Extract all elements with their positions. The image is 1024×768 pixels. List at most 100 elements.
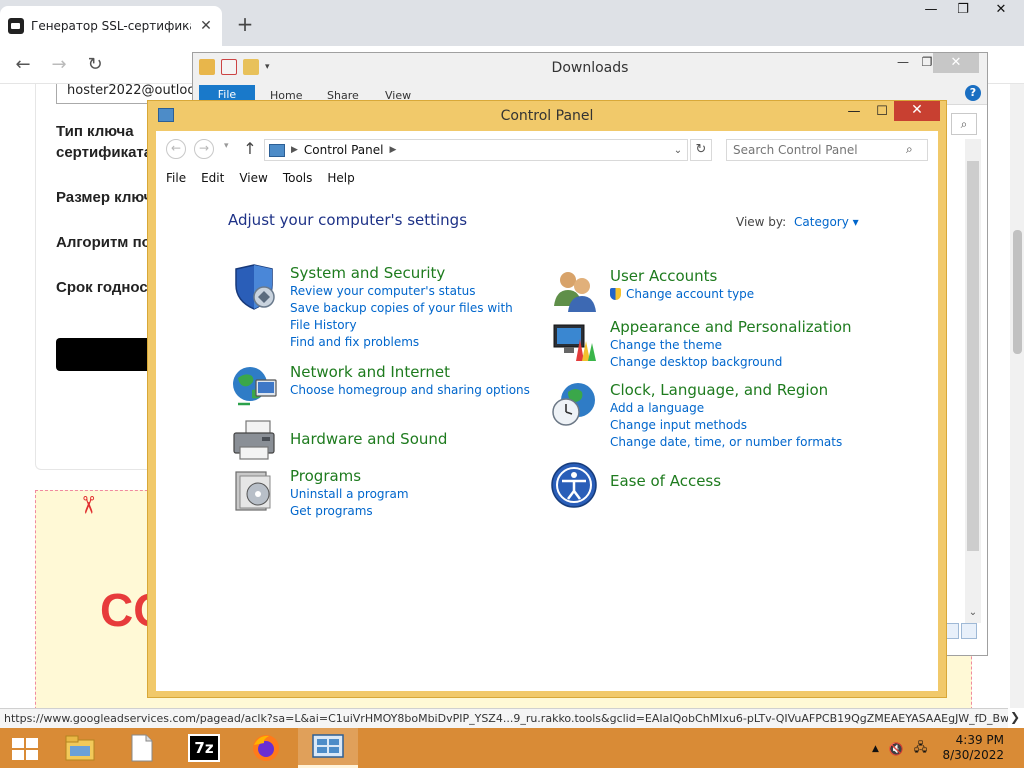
address-row: ← → ▾ ↑ ▶ Control Panel ▶ ⌄ ↻ ⌕ xyxy=(156,131,938,169)
menu-edit[interactable]: Edit xyxy=(201,171,224,185)
category-title-hardware-sound[interactable]: Hardware and Sound xyxy=(290,429,530,449)
breadcrumb-expand-icon[interactable]: ▶ xyxy=(390,145,397,155)
downloads-titlebar[interactable]: ▾ Downloads — ❐ ✕ xyxy=(193,53,987,83)
category-text: System and Security Review your computer… xyxy=(290,263,530,351)
large-icons-view-icon[interactable] xyxy=(961,623,977,639)
ease-of-access-icon[interactable] xyxy=(550,461,598,509)
cp-maximize-button[interactable]: ☐ xyxy=(868,103,896,123)
scroll-down-icon[interactable]: ⌄ xyxy=(965,607,981,623)
clock[interactable]: 4:39 PM 8/30/2022 xyxy=(942,733,1004,763)
volume-muted-icon[interactable]: 🔇 xyxy=(889,742,904,756)
refresh-button[interactable]: ↻ xyxy=(690,139,712,161)
windows-logo-icon xyxy=(12,738,38,760)
category-text: Programs Uninstall a program Get program… xyxy=(290,466,530,520)
link-input-methods[interactable]: Change input methods xyxy=(610,417,850,434)
shield-icon[interactable] xyxy=(230,263,278,311)
menu-tools[interactable]: Tools xyxy=(283,171,313,185)
category-text: Clock, Language, and Region Add a langua… xyxy=(610,380,850,451)
page-scrollbar[interactable] xyxy=(1010,84,1024,708)
sevenzip-icon: 7z xyxy=(188,734,220,762)
clock-globe-icon[interactable] xyxy=(550,380,598,428)
users-icon[interactable] xyxy=(550,266,598,314)
link-add-language[interactable]: Add a language xyxy=(610,400,850,417)
start-button[interactable] xyxy=(0,728,50,768)
programs-icon[interactable] xyxy=(230,466,278,514)
category-title-user-accounts[interactable]: User Accounts xyxy=(610,266,850,286)
view-by-dropdown[interactable]: Category ▾ xyxy=(794,215,859,229)
menu-bar: File Edit View Tools Help xyxy=(166,171,370,185)
globe-network-icon[interactable] xyxy=(230,362,278,410)
clock-date: 8/30/2022 xyxy=(942,748,1004,762)
cp-forward-button[interactable]: → xyxy=(194,139,214,159)
browser-restore-button[interactable]: ❐ xyxy=(946,0,980,22)
browser-close-button[interactable]: ✕ xyxy=(984,0,1018,22)
taskbar-notepad[interactable] xyxy=(112,728,172,768)
recent-locations-icon[interactable]: ▾ xyxy=(224,141,229,151)
control-panel-title: Control Panel xyxy=(500,108,594,124)
forward-button[interactable]: → xyxy=(46,52,72,78)
link-get-programs[interactable]: Get programs xyxy=(290,503,530,520)
downloads-scrollbar-thumb[interactable] xyxy=(967,161,979,551)
link-date-time-formats[interactable]: Change date, time, or number formats xyxy=(610,434,850,451)
file-explorer-icon xyxy=(65,735,95,761)
downloads-scrollbar[interactable]: ⌄ xyxy=(965,139,981,623)
link-desktop-background[interactable]: Change desktop background xyxy=(610,354,850,371)
taskbar-7zip[interactable]: 7z xyxy=(174,728,234,768)
category-title-network-internet[interactable]: Network and Internet xyxy=(290,362,530,382)
control-panel-content: ← → ▾ ↑ ▶ Control Panel ▶ ⌄ ↻ ⌕ File Edi… xyxy=(156,131,938,691)
address-dropdown-icon[interactable]: ⌄ xyxy=(669,145,687,156)
cp-close-button[interactable]: ✕ xyxy=(894,101,940,121)
category-text: Hardware and Sound xyxy=(290,429,530,449)
browser-tab[interactable]: Генератор SSL-сертификатов | ✕ xyxy=(0,6,222,46)
taskbar-firefox[interactable] xyxy=(236,728,296,768)
link-file-history[interactable]: Save backup copies of your files with Fi… xyxy=(290,300,530,334)
link-find-fix[interactable]: Find and fix problems xyxy=(290,334,530,351)
link-change-theme[interactable]: Change the theme xyxy=(610,337,850,354)
category-title-programs[interactable]: Programs xyxy=(290,466,530,486)
printer-icon[interactable] xyxy=(230,417,278,465)
menu-file[interactable]: File xyxy=(166,171,186,185)
downloads-close-button[interactable]: ✕ xyxy=(933,53,979,73)
browser-tab-title: Генератор SSL-сертификатов | xyxy=(31,19,191,33)
tray-overflow-icon[interactable]: ▲ xyxy=(872,744,879,754)
downloads-search-icon[interactable]: ⌕ xyxy=(951,113,977,135)
category-title-system-security[interactable]: System and Security xyxy=(290,263,530,283)
control-panel-window: Control Panel — ☐ ✕ ← → ▾ ↑ ▶ Control Pa… xyxy=(147,100,947,698)
new-tab-button[interactable]: + xyxy=(234,12,256,36)
link-homegroup[interactable]: Choose homegroup and sharing options xyxy=(290,382,530,399)
category-title-clock-language[interactable]: Clock, Language, and Region xyxy=(610,380,850,400)
tab-close-icon[interactable]: ✕ xyxy=(198,18,214,34)
link-change-account-type[interactable]: Change account type xyxy=(610,286,850,303)
menu-help[interactable]: Help xyxy=(327,171,354,185)
category-text: User Accounts Change account type xyxy=(610,266,850,303)
control-panel-titlebar[interactable]: Control Panel — ☐ ✕ xyxy=(148,101,946,131)
link-uninstall[interactable]: Uninstall a program xyxy=(290,486,530,503)
address-bar[interactable]: ▶ Control Panel ▶ ⌄ xyxy=(264,139,688,161)
back-button[interactable]: ← xyxy=(10,52,36,78)
network-icon[interactable]: 🖧 xyxy=(914,738,927,759)
menu-view[interactable]: View xyxy=(239,171,267,185)
reload-button[interactable]: ↻ xyxy=(82,52,108,78)
taskbar-control-panel[interactable] xyxy=(298,728,358,768)
category-title-appearance[interactable]: Appearance and Personalization xyxy=(610,317,852,337)
up-button[interactable]: ↑ xyxy=(242,139,258,158)
search-input[interactable] xyxy=(726,139,928,161)
link-review-status[interactable]: Review your computer's status xyxy=(290,283,530,300)
document-icon xyxy=(131,734,153,762)
cp-back-button[interactable]: ← xyxy=(166,139,186,159)
breadcrumb-control-panel[interactable]: Control Panel xyxy=(304,143,384,157)
scrollbar-thumb[interactable] xyxy=(1013,230,1022,354)
view-by-label: View by: xyxy=(736,215,787,229)
monitor-palette-icon[interactable] xyxy=(550,317,598,365)
taskbar-file-explorer[interactable] xyxy=(50,728,110,768)
clock-time: 4:39 PM xyxy=(955,733,1004,747)
breadcrumb-separator-icon[interactable]: ▶ xyxy=(291,145,298,155)
favicon-icon xyxy=(8,18,24,34)
status-arrow-icon: ❯ xyxy=(1009,710,1020,724)
search-icon[interactable]: ⌕ xyxy=(906,142,913,157)
browser-minimize-button[interactable]: — xyxy=(914,0,948,22)
category-title-ease-of-access[interactable]: Ease of Access xyxy=(610,471,850,491)
view-toggle xyxy=(943,623,977,639)
help-icon[interactable]: ? xyxy=(965,85,981,101)
cp-minimize-button[interactable]: — xyxy=(840,103,868,123)
